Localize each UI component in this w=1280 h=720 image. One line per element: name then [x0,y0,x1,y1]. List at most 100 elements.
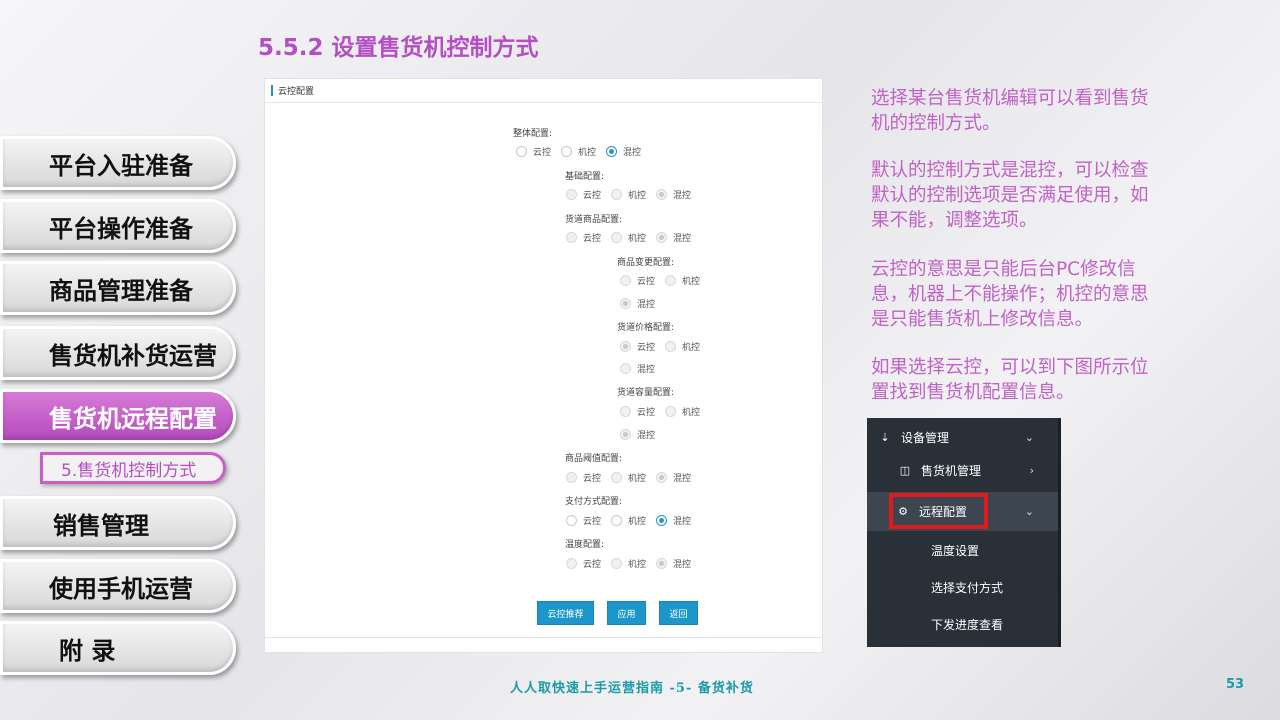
nav-item-vending-replenish[interactable]: 售货机补货运营 [0,326,236,380]
radio-option[interactable]: 机控 [665,274,700,287]
radio-label: 机控 [628,191,647,201]
radio-option[interactable]: 云控 [516,145,551,158]
radio-icon [611,515,623,526]
radio-option[interactable]: 混控 [620,428,655,441]
radio-icon [611,558,623,569]
radio-option[interactable]: 云控 [566,514,601,527]
menu-item-payment-select[interactable]: 选择支付方式 [867,568,1058,607]
sort-icon: ⇣ [880,431,890,444]
radio-option[interactable]: 云控 [620,405,655,418]
nav-item-mobile-operation[interactable]: 使用手机运营 [0,559,236,613]
apply-button[interactable]: 应用 [607,601,646,625]
payment-config-label: 支付方式配置: [565,497,623,507]
nav-item-remote-config[interactable]: 售货机远程配置 [0,389,236,443]
nav-item-goods-management[interactable]: 商品管理准备 [0,261,236,315]
chevron-down-icon: ⌄ [1024,431,1034,444]
radio-option[interactable]: 混控 [656,188,691,201]
menu-item-vending-management[interactable]: ◫ 售货机管理 › [867,451,1058,490]
description-paragraph-4: 如果选择云控，可以到下图所示位置找到售货机配置信息。 [871,357,1149,403]
description-paragraph-2: 默认的控制方式是混控，可以检查默认的控制选项是否满足使用，如果不能，调整选项。 [871,160,1149,231]
book-icon: ◫ [899,464,911,477]
radio-icon [665,275,677,286]
nav-item-sales-management[interactable]: 销售管理 [0,496,236,550]
channel-price-config-label: 货道价格配置: [617,323,675,333]
radio-label: 云控 [583,560,602,570]
radio-icon [620,275,631,286]
temperature-config-radios: 云控 机控 混控 [566,557,701,570]
menu-label: 温度设置 [931,544,980,558]
radio-option[interactable]: 云控 [566,557,601,570]
radio-option[interactable]: 混控 [606,145,641,158]
channel-price-config-radios-row2: 混控 [620,362,665,375]
chevron-right-icon: › [1029,464,1034,477]
radio-label: 混控 [637,300,656,310]
goods-change-config-radios: 云控 机控 [620,274,710,287]
radio-icon [620,406,631,417]
radio-option[interactable]: 机控 [611,557,646,570]
radio-label: 混控 [673,234,692,244]
chevron-down-icon: ⌄ [1024,505,1034,518]
radio-label: 混控 [673,560,692,570]
radio-option[interactable]: 混控 [656,231,691,244]
radio-option[interactable]: 机控 [665,340,700,353]
panel-header: 云控配置 [265,79,822,103]
radio-label: 云控 [583,191,602,201]
radio-icon [620,363,631,374]
menu-item-dispatch-progress[interactable]: 下发进度查看 [867,605,1058,644]
channel-goods-config-label: 货道商品配置: [565,215,623,225]
radio-option[interactable]: 云控 [566,188,601,201]
radio-icon [611,189,623,200]
radio-option[interactable]: 混控 [656,514,691,527]
cloud-recommend-button[interactable]: 云控推荐 [537,601,594,625]
radio-option[interactable]: 混控 [620,362,655,375]
radio-option[interactable]: 机控 [611,188,646,201]
radio-option[interactable]: 云控 [566,471,601,484]
radio-option[interactable]: 混控 [620,297,655,310]
highlight-box [889,493,988,529]
radio-label: 机控 [682,277,701,287]
nav-subitem-control-mode[interactable]: 5.售货机控制方式 [40,452,226,484]
goods-change-config-radios-row2: 混控 [620,297,665,310]
channel-goods-config-radios: 云控 机控 混控 [566,231,701,244]
nav-item-appendix[interactable]: 附 录 [0,621,236,675]
radio-label: 混控 [673,517,692,527]
radio-selected-icon [620,341,631,352]
overall-config-label: 整体配置: [513,129,553,139]
radio-selected-icon [656,515,668,526]
radio-icon [566,558,577,569]
radio-option[interactable]: 机控 [561,145,596,158]
menu-label: 设备管理 [901,431,950,445]
radio-icon [566,189,577,200]
radio-option[interactable]: 云控 [620,340,655,353]
radio-label: 云控 [637,408,656,418]
menu-item-temperature-setting[interactable]: 温度设置 [867,531,1058,570]
radio-option[interactable]: 云控 [566,231,601,244]
radio-label: 机控 [628,560,647,570]
radio-label: 云控 [583,474,602,484]
device-menu: ⇣ 设备管理 ⌄ ◫ 售货机管理 › ⚙ 远程配置 ⌄ 温度设置 选择支付方式 … [867,418,1061,647]
radio-icon [566,515,577,526]
nav-item-platform-operation[interactable]: 平台操作准备 [0,199,236,253]
radio-option[interactable]: 机控 [611,471,646,484]
back-button[interactable]: 返回 [659,601,698,625]
radio-icon [516,146,527,157]
radio-option[interactable]: 机控 [611,514,646,527]
radio-label: 混控 [673,474,692,484]
nav-item-platform-entry[interactable]: 平台入驻准备 [0,136,236,190]
radio-option[interactable]: 混控 [656,557,691,570]
radio-option[interactable]: 混控 [656,471,691,484]
radio-label: 云控 [637,343,656,353]
radio-icon [611,232,623,243]
radio-icon [665,341,677,352]
radio-selected-icon [656,558,668,569]
page-title: 5.5.2 设置售货机控制方式 [258,35,539,61]
radio-option[interactable]: 云控 [620,274,655,287]
radio-label: 混控 [637,365,656,375]
radio-icon [561,146,573,157]
radio-label: 云控 [637,277,656,287]
radio-option[interactable]: 机控 [665,405,700,418]
radio-icon [611,472,623,483]
radio-label: 云控 [533,148,552,158]
radio-label: 机控 [578,148,597,158]
radio-option[interactable]: 机控 [611,231,646,244]
